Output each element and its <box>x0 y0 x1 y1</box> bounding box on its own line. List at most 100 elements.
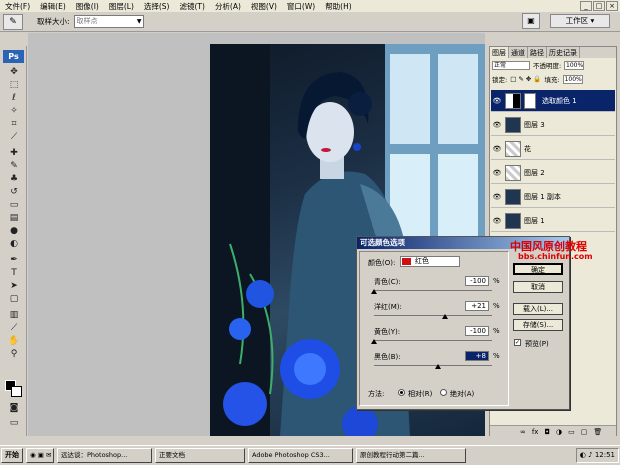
sample-size-select[interactable]: 取样点 <box>73 15 144 28</box>
relative-radio[interactable] <box>398 389 405 396</box>
dodge-tool-icon[interactable]: ◐ <box>7 239 21 250</box>
cyan-field[interactable]: -100 <box>465 276 489 286</box>
taskbar-item[interactable]: Adobe Photoshop CS3... <box>248 448 353 463</box>
visibility-eye-icon[interactable]: 👁 <box>491 97 503 105</box>
taskbar-item[interactable]: 远达谈：Photoshop... <box>57 448 152 463</box>
layer-row[interactable]: 👁 选取颜色 1 <box>491 90 615 112</box>
minimize-icon[interactable]: _ <box>580 1 592 11</box>
magenta-field[interactable]: +21 <box>465 301 489 311</box>
visibility-eye-icon[interactable]: 👁 <box>491 121 503 129</box>
shape-tool-icon[interactable]: ▢ <box>7 294 21 305</box>
menu-analysis[interactable]: 分析(A) <box>210 1 246 12</box>
visibility-eye-icon[interactable]: 👁 <box>491 217 503 225</box>
menu-edit[interactable]: 编辑(E) <box>35 1 71 12</box>
taskbar-item[interactable]: 原创教程行动第二篇... <box>356 448 466 463</box>
eyedropper-tool-icon[interactable]: ⟋ <box>7 323 21 334</box>
layer-row[interactable]: 👁 图层 3 <box>491 114 615 136</box>
preview-checkbox[interactable]: ✓ <box>514 339 521 346</box>
cyan-slider-track[interactable] <box>374 290 492 291</box>
tab-layers[interactable]: 图层 <box>490 47 509 58</box>
black-slider-track[interactable] <box>374 365 492 366</box>
magenta-slider-thumb[interactable] <box>442 314 449 319</box>
workspace-button[interactable]: 工作区 ▾ <box>550 14 610 28</box>
background-color-swatch[interactable] <box>11 386 22 397</box>
quicklaunch-icons[interactable]: ◉ ▣ ✉ <box>26 448 54 463</box>
stamp-tool-icon[interactable]: ♣ <box>7 174 21 185</box>
yellow-slider-track[interactable] <box>374 340 492 341</box>
menu-layer[interactable]: 图层(L) <box>104 1 139 12</box>
menu-view[interactable]: 视图(V) <box>246 1 282 12</box>
layer-row[interactable]: 👁 花 <box>491 138 615 160</box>
cyan-slider-thumb[interactable] <box>371 289 377 294</box>
move-tool-icon[interactable]: ✥ <box>7 67 21 78</box>
link-icon[interactable]: ∞ <box>520 428 526 436</box>
history-brush-icon[interactable]: ↺ <box>7 187 21 198</box>
folder-icon[interactable]: ▭ <box>568 428 575 436</box>
magic-wand-tool-icon[interactable]: ✧ <box>7 106 21 117</box>
opacity-field[interactable]: 100% <box>564 60 585 70</box>
flower-center <box>294 353 326 385</box>
black-field[interactable]: +8 <box>465 351 489 361</box>
visibility-eye-icon[interactable]: 👁 <box>491 193 503 201</box>
fill-field[interactable]: 100% <box>562 74 583 84</box>
black-percent: % <box>493 352 500 360</box>
fx-icon[interactable]: fx <box>532 428 539 436</box>
crop-tool-icon[interactable]: ⌗ <box>7 119 21 130</box>
menu-help[interactable]: 帮助(H) <box>320 1 357 12</box>
visibility-eye-icon[interactable]: 👁 <box>491 169 503 177</box>
type-tool-icon[interactable]: T <box>7 268 21 279</box>
eyedropper-preset-icon[interactable]: ✎ <box>3 13 23 30</box>
bridge-icon[interactable]: ▣ <box>522 13 540 29</box>
restore-icon[interactable]: □ <box>593 1 605 11</box>
lock-label: 锁定: <box>492 76 508 84</box>
mask-icon[interactable]: ◘ <box>544 428 550 436</box>
visibility-eye-icon[interactable]: 👁 <box>491 145 503 153</box>
lock-icons[interactable]: □ ✎ ✥ 🔒 <box>510 75 541 83</box>
tab-history[interactable]: 历史记录 <box>547 47 580 58</box>
screen-mode-icon[interactable]: ▭ <box>7 418 21 429</box>
load-button[interactable]: 载入(L)... <box>513 303 563 315</box>
blend-mode-select[interactable]: 正常 <box>492 60 530 70</box>
eraser-tool-icon[interactable]: ▭ <box>7 200 21 211</box>
lasso-tool-icon[interactable]: ℓ <box>7 93 21 104</box>
black-slider-thumb[interactable] <box>434 364 441 369</box>
quick-mask-icon[interactable]: ◙ <box>7 403 21 414</box>
tab-channels[interactable]: 通道 <box>509 47 528 58</box>
taskbar-item[interactable]: 正要文档 <box>155 448 245 463</box>
menu-filter[interactable]: 滤镜(T) <box>175 1 210 12</box>
menu-image[interactable]: 图像(I) <box>71 1 104 12</box>
path-select-icon[interactable]: ➤ <box>7 281 21 292</box>
save-button[interactable]: 存储(S)... <box>513 319 563 331</box>
tray-icons[interactable]: ◐ ♪ <box>580 451 595 459</box>
tab-paths[interactable]: 路径 <box>528 47 547 58</box>
healing-tool-icon[interactable]: ✚ <box>7 148 21 159</box>
slice-tool-icon[interactable]: ⟋ <box>7 132 21 143</box>
layer-row[interactable]: 👁 图层 1 副本 <box>491 186 615 208</box>
menu-file[interactable]: 文件(F) <box>0 1 35 12</box>
blur-tool-icon[interactable]: ● <box>7 226 21 237</box>
cancel-button[interactable]: 取消 <box>513 281 563 293</box>
absolute-radio[interactable] <box>440 389 447 396</box>
start-button[interactable]: 开始 <box>1 448 23 463</box>
layer-row[interactable]: 👁 图层 1 <box>491 210 615 232</box>
menu-select[interactable]: 选择(S) <box>139 1 175 12</box>
system-tray: ◐ ♪ 12:51 <box>575 448 619 463</box>
yellow-field[interactable]: -100 <box>465 326 489 336</box>
black-label: 黑色(B): <box>374 353 401 361</box>
menu-window[interactable]: 窗口(W) <box>282 1 320 12</box>
new-layer-icon[interactable]: ▢ <box>581 428 588 436</box>
ok-button[interactable]: 确定 <box>513 263 563 275</box>
adjustment-icon[interactable]: ◑ <box>556 428 562 436</box>
zoom-tool-icon[interactable]: ⚲ <box>7 349 21 360</box>
notes-tool-icon[interactable]: ▥ <box>7 310 21 321</box>
gradient-tool-icon[interactable]: ▤ <box>7 213 21 224</box>
marquee-tool-icon[interactable]: ⬚ <box>7 80 21 91</box>
close-icon[interactable]: × <box>606 1 618 11</box>
pen-tool-icon[interactable]: ✒ <box>7 255 21 266</box>
brush-tool-icon[interactable]: ✎ <box>7 161 21 172</box>
magenta-slider-track[interactable] <box>374 315 492 316</box>
hand-tool-icon[interactable]: ✋ <box>7 336 21 347</box>
yellow-slider-thumb[interactable] <box>371 339 377 344</box>
layer-row[interactable]: 👁 图层 2 <box>491 162 615 184</box>
trash-icon[interactable]: 🗑 <box>593 428 602 436</box>
